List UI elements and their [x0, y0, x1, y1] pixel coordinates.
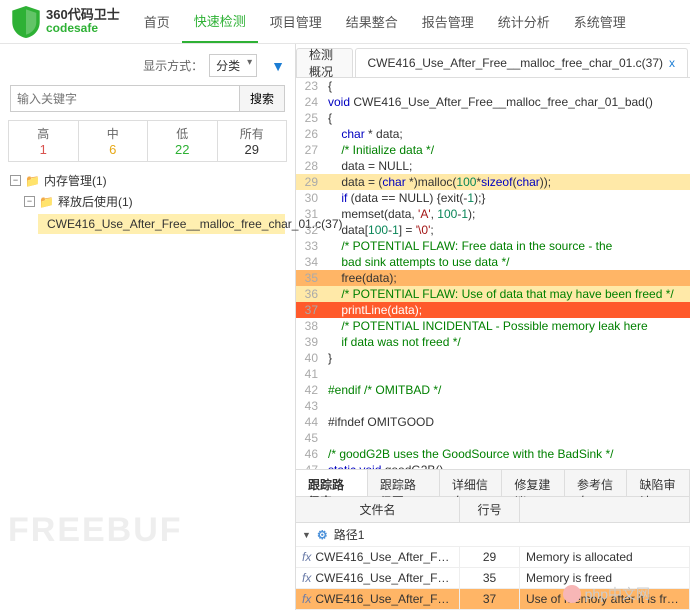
tab-label: CWE416_Use_After_Free__malloc_free_char_… — [368, 56, 663, 70]
bottom-tab[interactable]: 详细信息 — [440, 470, 503, 496]
display-mode-label: 显示方式： — [143, 57, 203, 74]
code-line: 32 data[100-1] = '\0'; — [296, 222, 690, 238]
nav-item[interactable]: 快速检测 — [182, 0, 258, 43]
bottom-tabs: 跟踪路径表跟踪路径图详细信息修复建议参考信息缺陷审计 — [296, 469, 690, 497]
code-line: 41 — [296, 366, 690, 382]
code-line: 43 — [296, 398, 690, 414]
code-tabs: 检测概况 CWE416_Use_After_Free__malloc_free_… — [296, 48, 690, 78]
severity-bar: 高1中6低22所有29 — [8, 120, 287, 162]
app-header: 360代码卫士 codesafe 首页快速检测项目管理结果整合报告管理统计分析系… — [0, 0, 690, 44]
nav-item[interactable]: 统计分析 — [486, 0, 562, 43]
table-row[interactable]: fxCWE416_Use_After_Free__malloc_fre...37… — [296, 589, 690, 610]
code-line: 39 if data was not freed */ — [296, 334, 690, 350]
close-icon[interactable]: x — [669, 56, 675, 70]
logo: 360代码卫士 codesafe — [0, 6, 132, 38]
code-line: 30 if (data == NULL) {exit(-1);} — [296, 190, 690, 206]
th-filename: 文件名 — [296, 497, 460, 522]
nav-item[interactable]: 系统管理 — [562, 0, 638, 43]
code-line: 42#endif /* OMITBAD */ — [296, 382, 690, 398]
code-line: 36 /* POTENTIAL FLAW: Use of data that m… — [296, 286, 690, 302]
folder-icon: 📁 — [39, 195, 54, 209]
nav-item[interactable]: 结果整合 — [334, 0, 410, 43]
right-panel: 检测概况 CWE416_Use_After_Free__malloc_free_… — [296, 44, 690, 610]
severity-cell[interactable]: 高1 — [9, 121, 79, 161]
code-line: 23{ — [296, 78, 690, 94]
collapse-icon[interactable]: ▼ — [302, 530, 311, 540]
tab-source-file[interactable]: CWE416_Use_After_Free__malloc_free_char_… — [355, 48, 688, 77]
table-row[interactable]: fxCWE416_Use_After_Free__malloc_fre...29… — [296, 547, 690, 568]
code-line: 44#ifndef OMITGOOD — [296, 414, 690, 430]
tree-label: 内存管理(1) — [44, 172, 107, 189]
nav-item[interactable]: 首页 — [132, 0, 182, 43]
code-line: 38 /* POTENTIAL INCIDENTAL - Possible me… — [296, 318, 690, 334]
code-line: 34 bad sink attempts to use data */ — [296, 254, 690, 270]
th-desc — [520, 497, 690, 522]
path-group[interactable]: ▼ ⚙ 路径1 — [296, 523, 690, 547]
tree-node-file[interactable]: CWE416_Use_After_Free__malloc_free_char_… — [38, 214, 285, 234]
bottom-tab[interactable]: 跟踪路径图 — [368, 470, 440, 496]
expand-icon[interactable]: − — [10, 175, 21, 186]
bottom-tab[interactable]: 修复建议 — [502, 470, 565, 496]
tree-node-root[interactable]: − 📁 内存管理(1) — [10, 170, 285, 191]
bottom-tab[interactable]: 参考信息 — [565, 470, 628, 496]
watermark: FREEBUF — [8, 511, 183, 550]
severity-cell[interactable]: 中6 — [79, 121, 149, 161]
main-nav: 首页快速检测项目管理结果整合报告管理统计分析系统管理 — [132, 0, 638, 43]
code-line: 35 free(data); — [296, 270, 690, 286]
code-line: 29 data = (char *)malloc(100*sizeof(char… — [296, 174, 690, 190]
issue-tree: − 📁 内存管理(1) − 📁 释放后使用(1) CWE416_Use_Afte… — [4, 162, 291, 242]
search-input[interactable] — [10, 85, 240, 112]
code-line: 37 printLine(data); — [296, 302, 690, 318]
code-line: 33 /* POTENTIAL FLAW: Free data in the s… — [296, 238, 690, 254]
severity-cell[interactable]: 低22 — [148, 121, 218, 161]
severity-cell[interactable]: 所有29 — [218, 121, 287, 161]
code-line: 40} — [296, 350, 690, 366]
code-line: 26 char * data; — [296, 126, 690, 142]
trace-table: 文件名 行号 ▼ ⚙ 路径1 fxCWE416_Use_After_Free__… — [296, 497, 690, 610]
display-mode-select[interactable]: 分类 — [209, 54, 257, 77]
search-button[interactable]: 搜索 — [240, 85, 285, 112]
path-label: 路径1 — [334, 526, 365, 543]
code-line: 28 data = NULL; — [296, 158, 690, 174]
nav-item[interactable]: 报告管理 — [410, 0, 486, 43]
code-line: 25{ — [296, 110, 690, 126]
tab-overview[interactable]: 检测概况 — [296, 48, 353, 77]
code-line: 31 memset(data, 'A', 100-1); — [296, 206, 690, 222]
tree-node-child[interactable]: − 📁 释放后使用(1) — [24, 191, 285, 212]
shield-icon — [12, 6, 40, 38]
table-row[interactable]: fxCWE416_Use_After_Free__malloc_fre...35… — [296, 568, 690, 589]
code-line: 24void CWE416_Use_After_Free__malloc_fre… — [296, 94, 690, 110]
bottom-tab[interactable]: 缺陷审计 — [627, 470, 690, 496]
nav-item[interactable]: 项目管理 — [258, 0, 334, 43]
code-line: 47static void goodG2B() — [296, 462, 690, 469]
path-icon: ⚙ — [317, 528, 328, 542]
code-editor[interactable]: 23{24void CWE416_Use_After_Free__malloc_… — [296, 78, 690, 469]
logo-text-en: codesafe — [46, 22, 120, 35]
expand-icon[interactable]: − — [24, 196, 35, 207]
filter-icon[interactable]: ▼ — [271, 58, 285, 74]
code-line: 46/* goodG2B uses the GoodSource with th… — [296, 446, 690, 462]
code-line: 27 /* Initialize data */ — [296, 142, 690, 158]
logo-text-cn: 360代码卫士 — [46, 8, 120, 22]
bottom-tab[interactable]: 跟踪路径表 — [296, 470, 368, 496]
tree-label: 释放后使用(1) — [58, 193, 133, 210]
code-line: 45 — [296, 430, 690, 446]
left-panel: 显示方式： 分类 ▼ 搜索 高1中6低22所有29 − 📁 内存管理(1) − … — [0, 44, 296, 610]
folder-icon: 📁 — [25, 174, 40, 188]
th-line: 行号 — [460, 497, 520, 522]
